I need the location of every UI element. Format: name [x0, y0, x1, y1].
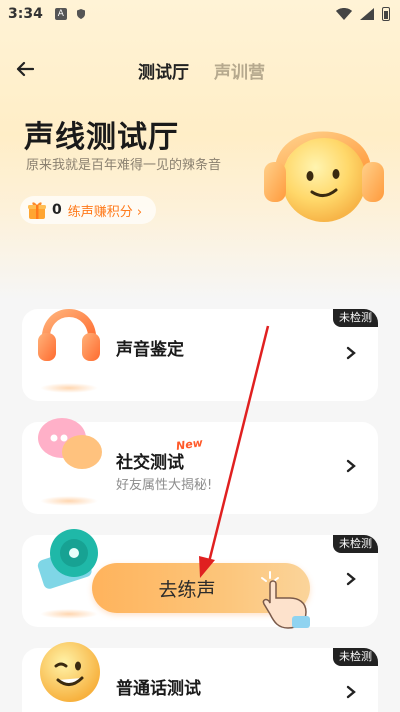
top-nav: 测试厅 声训营 — [0, 52, 400, 86]
status-time: 3:34 — [8, 6, 43, 22]
gift-icon — [28, 202, 46, 219]
status-badge: 未检测 — [333, 535, 378, 553]
card-mandarin-test[interactable]: 普通话测试 未检测 — [22, 642, 378, 712]
back-button[interactable] — [12, 56, 38, 82]
chevron-right-icon — [346, 572, 356, 586]
card-voice-identify[interactable]: 声音鉴定 未检测 — [22, 309, 378, 401]
tab-voice-camp[interactable]: 声训营 — [214, 58, 265, 83]
status-badge: 未检测 — [333, 309, 378, 327]
page-title: 声线测试厅 — [24, 120, 179, 155]
chevron-right-icon — [346, 459, 356, 473]
chevron-right-icon — [346, 346, 356, 360]
icon-shadow — [40, 383, 98, 393]
icon-shadow — [40, 609, 98, 619]
signal-icon — [360, 8, 374, 20]
icon-shadow — [40, 496, 98, 506]
tab-test-hall[interactable]: 测试厅 — [138, 58, 189, 83]
pointing-hand-icon — [261, 571, 310, 629]
card-social-test[interactable]: 社交测试 New 好友属性大揭秘! — [22, 418, 378, 514]
chevron-right-icon — [346, 685, 356, 699]
status-badge: 未检测 — [333, 648, 378, 666]
card-title: 声音鉴定 — [116, 340, 184, 360]
winking-face-icon — [40, 642, 100, 702]
earn-points-link[interactable]: 练声赚积分 › — [68, 201, 142, 220]
chat-bubbles-icon — [38, 418, 102, 469]
card-title: 社交测试 — [116, 453, 184, 473]
wifi-icon — [336, 8, 352, 20]
card-subtitle: 好友属性大揭秘! — [116, 478, 213, 493]
practice-voice-label: 去练声 — [158, 578, 216, 601]
battery-icon — [382, 7, 390, 21]
new-tag: New — [175, 436, 204, 453]
notification-a-icon: A — [54, 8, 67, 20]
page-subtitle: 原来我就是百年难得一见的辣条音 — [26, 158, 222, 173]
headphones-icon — [38, 309, 100, 361]
back-arrow-icon — [16, 61, 34, 77]
shield-icon — [76, 9, 85, 19]
card-title: 普通话测试 — [116, 679, 201, 699]
status-bar: 3:34 A — [0, 0, 400, 28]
points-count: 0 — [52, 202, 62, 218]
points-pill[interactable]: 0 练声赚积分 › — [20, 196, 156, 224]
headphone-face-icon — [264, 131, 384, 222]
